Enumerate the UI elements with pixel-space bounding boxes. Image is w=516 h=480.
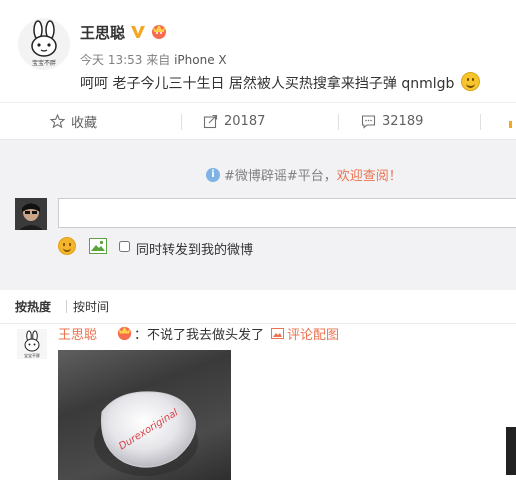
comment-composer: i #微博辟谣#平台， 欢迎查阅！ 同时转发到我的微博: [0, 140, 516, 290]
action-divider: [338, 114, 339, 130]
post-meta: 今天 13:53 来自 iPhone X: [80, 51, 227, 68]
like-button[interactable]: [508, 103, 516, 139]
repost-count: 20187: [224, 113, 266, 129]
sort-by-time-tab[interactable]: 按时间: [73, 298, 109, 315]
action-divider: [480, 114, 481, 130]
rumor-notice-highlight[interactable]: 欢迎查阅！: [337, 165, 402, 184]
sort-by-hot-tab[interactable]: 按热度: [15, 298, 51, 315]
star-icon: [50, 113, 65, 128]
image-upload-icon[interactable]: [89, 238, 107, 254]
post-time[interactable]: 今天 13:53: [80, 53, 142, 67]
rumor-notice: i #微博辟谣#平台， 欢迎查阅！: [206, 165, 402, 184]
repost-checkbox-label[interactable]: 同时转发到我的微博: [136, 239, 253, 258]
info-icon: i: [206, 167, 220, 182]
post-author-name[interactable]: 王思聪: [80, 22, 125, 43]
post-content: 呵呵 老子今儿三十生日 居然被人买热搜拿来挡子弹 qnmlgb: [80, 72, 480, 93]
author-avatar[interactable]: 宝宝不胖: [18, 18, 70, 70]
post-source[interactable]: iPhone X: [174, 53, 227, 67]
verified-v-icon: [130, 24, 146, 40]
comment-item: 宝宝不胖 王思聪 ：不说了我去做头发了 评论配图 Durexoriginal: [0, 324, 516, 480]
comment-image-link[interactable]: 评论配图: [271, 324, 339, 343]
post-card: 宝宝不胖 王思聪 今天 13:53 来自 iPhone X 呵呵 老子今儿三十生…: [0, 0, 516, 102]
commenter-avatar[interactable]: 宝宝不胖: [17, 329, 47, 359]
post-from-label: 来自: [146, 53, 171, 67]
like-icon: [509, 120, 512, 128]
favorite-label: 收藏: [71, 115, 98, 131]
comment-image-link-label: 评论配图: [287, 328, 340, 343]
rumor-notice-link[interactable]: #微博辟谣#平台，: [224, 165, 337, 184]
picture-icon: [271, 328, 284, 339]
vip-crown-icon: [116, 324, 133, 341]
smiley-emoji-icon: [460, 72, 480, 91]
comment-sort-bar: 按热度 按时间: [0, 290, 516, 324]
comment-button[interactable]: 32189: [361, 103, 423, 139]
comment-input[interactable]: [58, 198, 516, 228]
current-user-avatar[interactable]: [15, 198, 47, 230]
comment-text: ：不说了我去做头发了: [134, 328, 265, 343]
comment-photo[interactable]: Durexoriginal: [58, 350, 231, 480]
vip-crown-icon: [150, 22, 168, 40]
right-edge-fragment: [506, 427, 516, 475]
post-text: 呵呵 老子今儿三十生日 居然被人买热搜拿来挡子弹 qnmlgb: [80, 76, 455, 92]
emoji-icon[interactable]: [58, 237, 76, 255]
repost-button[interactable]: 20187: [203, 103, 265, 139]
share-icon: [203, 114, 218, 128]
sort-divider: [66, 300, 67, 313]
commenter-name[interactable]: 王思聪: [58, 324, 97, 343]
repost-checkbox[interactable]: [119, 241, 130, 252]
favorite-button[interactable]: 收藏: [50, 103, 97, 139]
action-divider: [181, 114, 182, 130]
comment-icon: [361, 114, 376, 129]
avatar-caption: 宝宝不胖: [32, 59, 56, 67]
post-action-bar: 收藏 20187 32189: [0, 102, 516, 140]
commenter-avatar-caption: 宝宝不胖: [24, 352, 40, 358]
comment-count: 32189: [382, 113, 424, 129]
